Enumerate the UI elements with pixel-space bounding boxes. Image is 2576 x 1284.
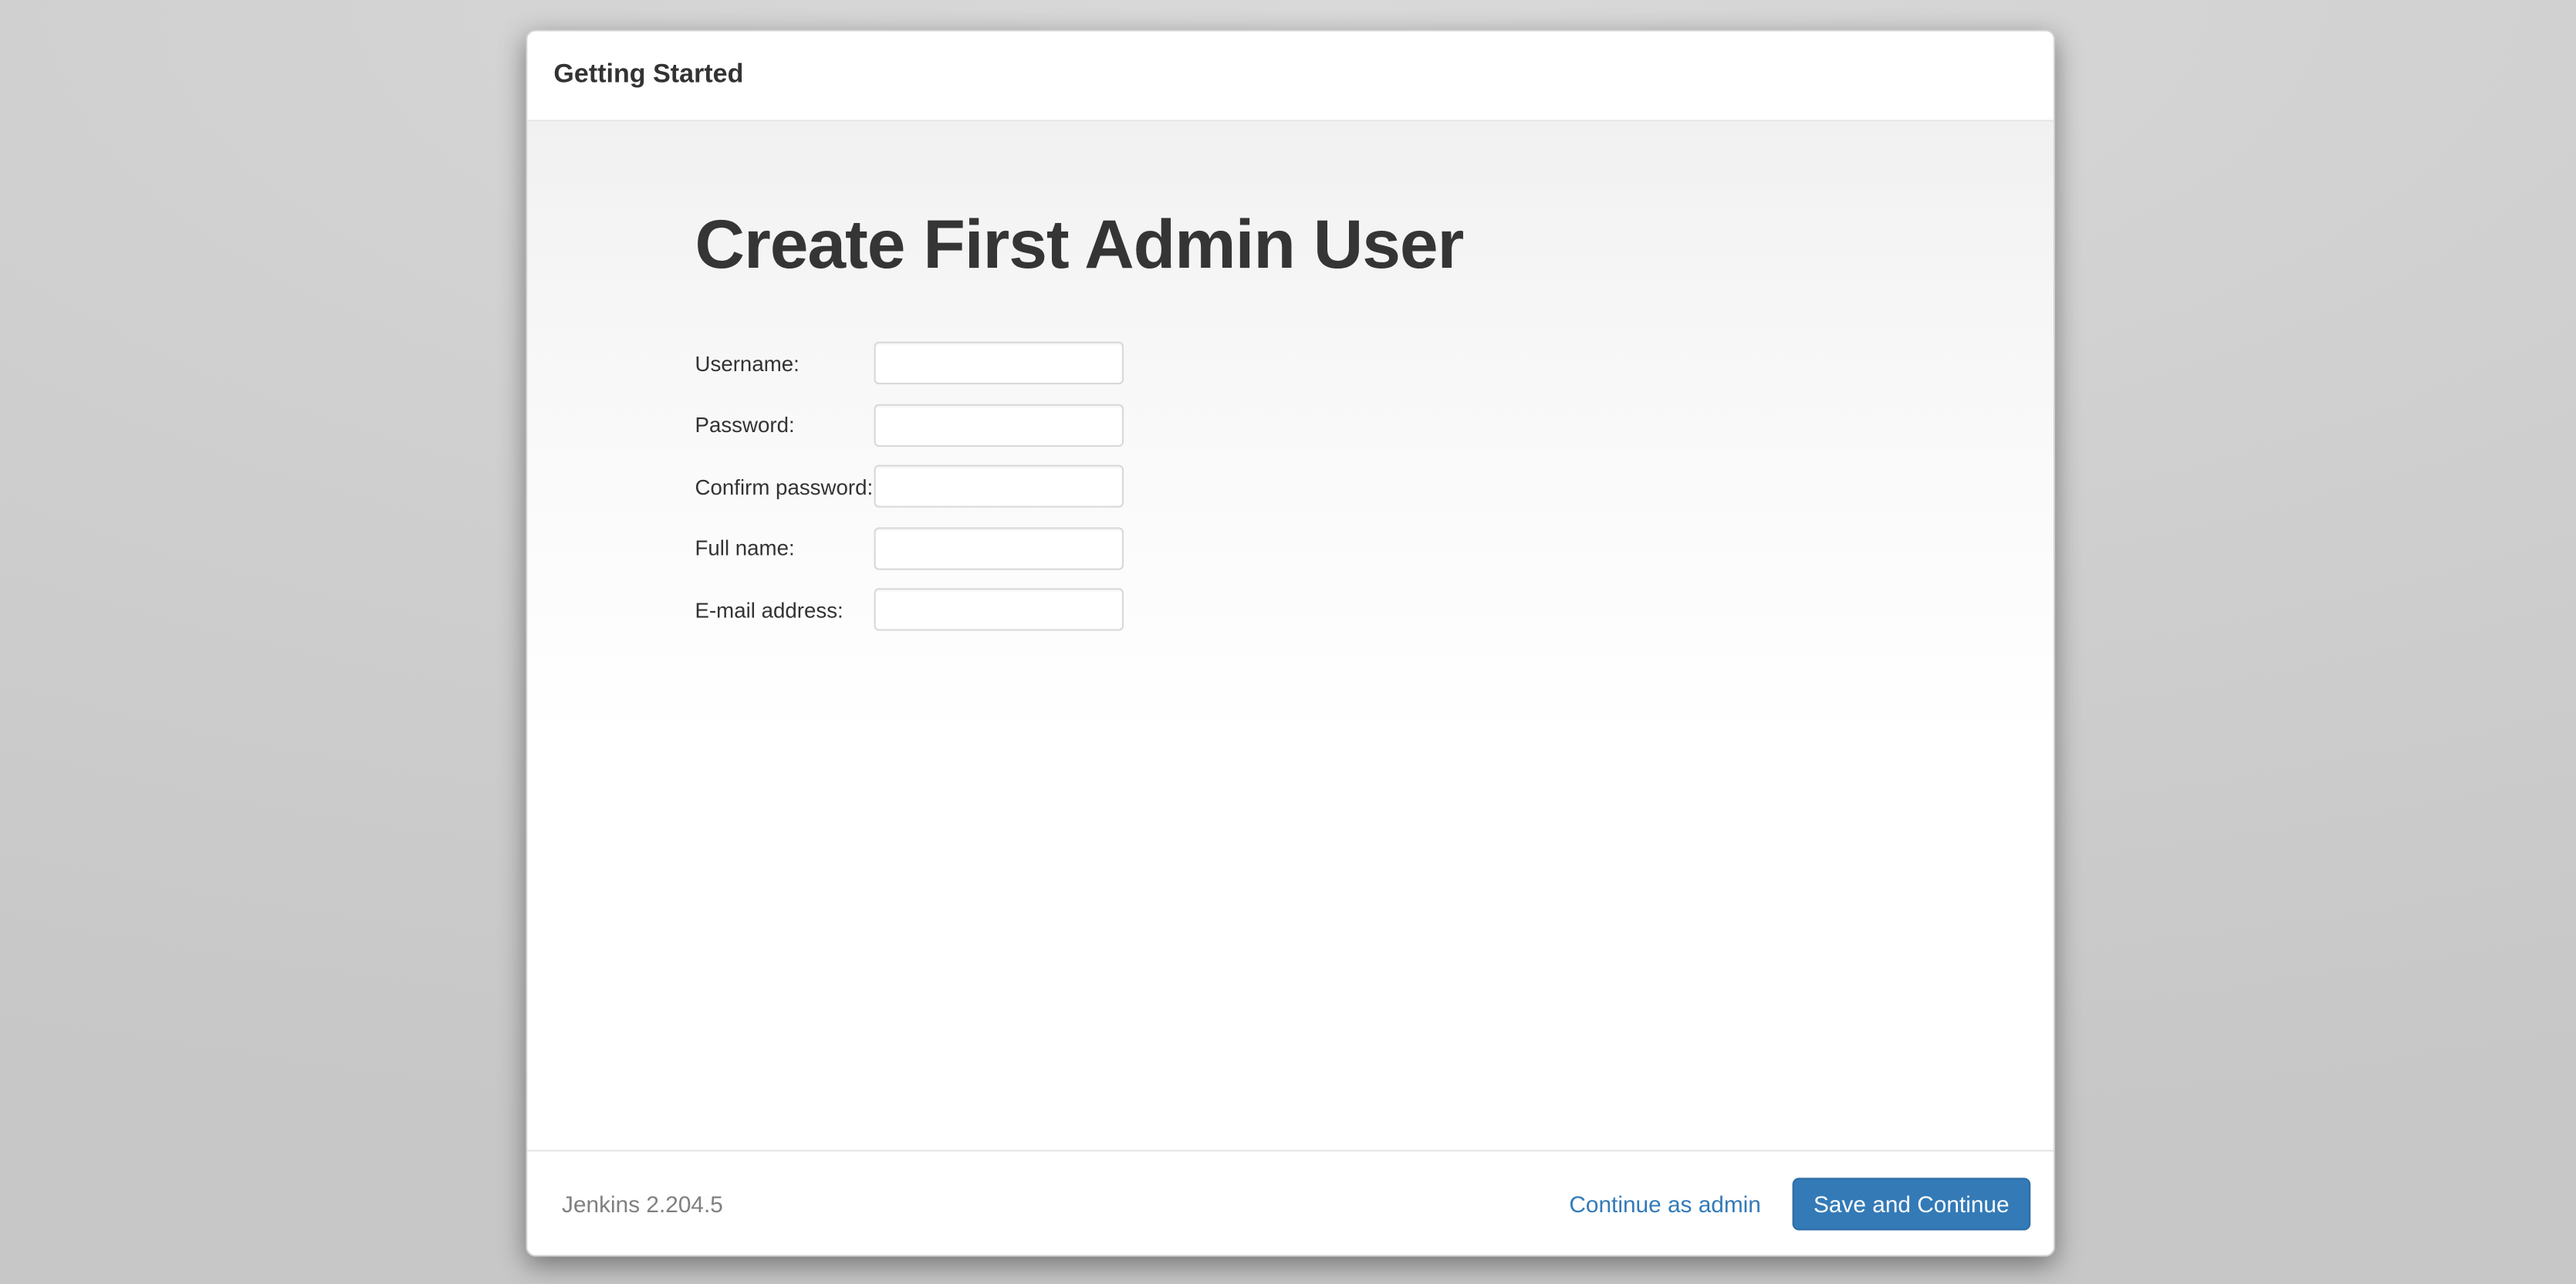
username-input[interactable]: [874, 342, 1124, 384]
save-and-continue-button[interactable]: Save and Continue: [1792, 1177, 2030, 1229]
dialog-title: Getting Started: [553, 61, 743, 90]
form-row-email: E-mail address:: [695, 588, 2004, 630]
email-label: E-mail address:: [695, 597, 874, 622]
form-row-fullname: Full name:: [695, 526, 2004, 569]
getting-started-dialog: Getting Started Create First Admin User …: [526, 29, 2055, 1256]
confirm-password-label: Confirm password:: [695, 474, 874, 498]
form-row-password: Password:: [695, 404, 2004, 446]
dialog-footer: Jenkins 2.204.5 Continue as admin Save a…: [527, 1150, 2054, 1255]
form-row-username: Username:: [695, 342, 2004, 384]
continue-as-admin-link[interactable]: Continue as admin: [1569, 1190, 1761, 1216]
desktop-background: Getting Started Create First Admin User …: [0, 0, 2576, 1284]
fullname-label: Full name:: [695, 536, 874, 560]
password-input[interactable]: [874, 404, 1124, 446]
fullname-input[interactable]: [874, 526, 1124, 569]
username-label: Username:: [695, 351, 874, 376]
admin-user-form: Username: Password: Confirm password: Fu…: [695, 342, 2004, 631]
password-label: Password:: [695, 412, 874, 437]
email-input[interactable]: [874, 588, 1124, 630]
form-row-confirm-password: Confirm password:: [695, 465, 2004, 507]
dialog-body: Create First Admin User Username: Passwo…: [527, 122, 2054, 1154]
confirm-password-input[interactable]: [874, 465, 1124, 507]
jenkins-version: Jenkins 2.204.5: [562, 1190, 723, 1216]
dialog-header: Getting Started: [527, 31, 2054, 121]
page-title: Create First Admin User: [695, 204, 2004, 286]
